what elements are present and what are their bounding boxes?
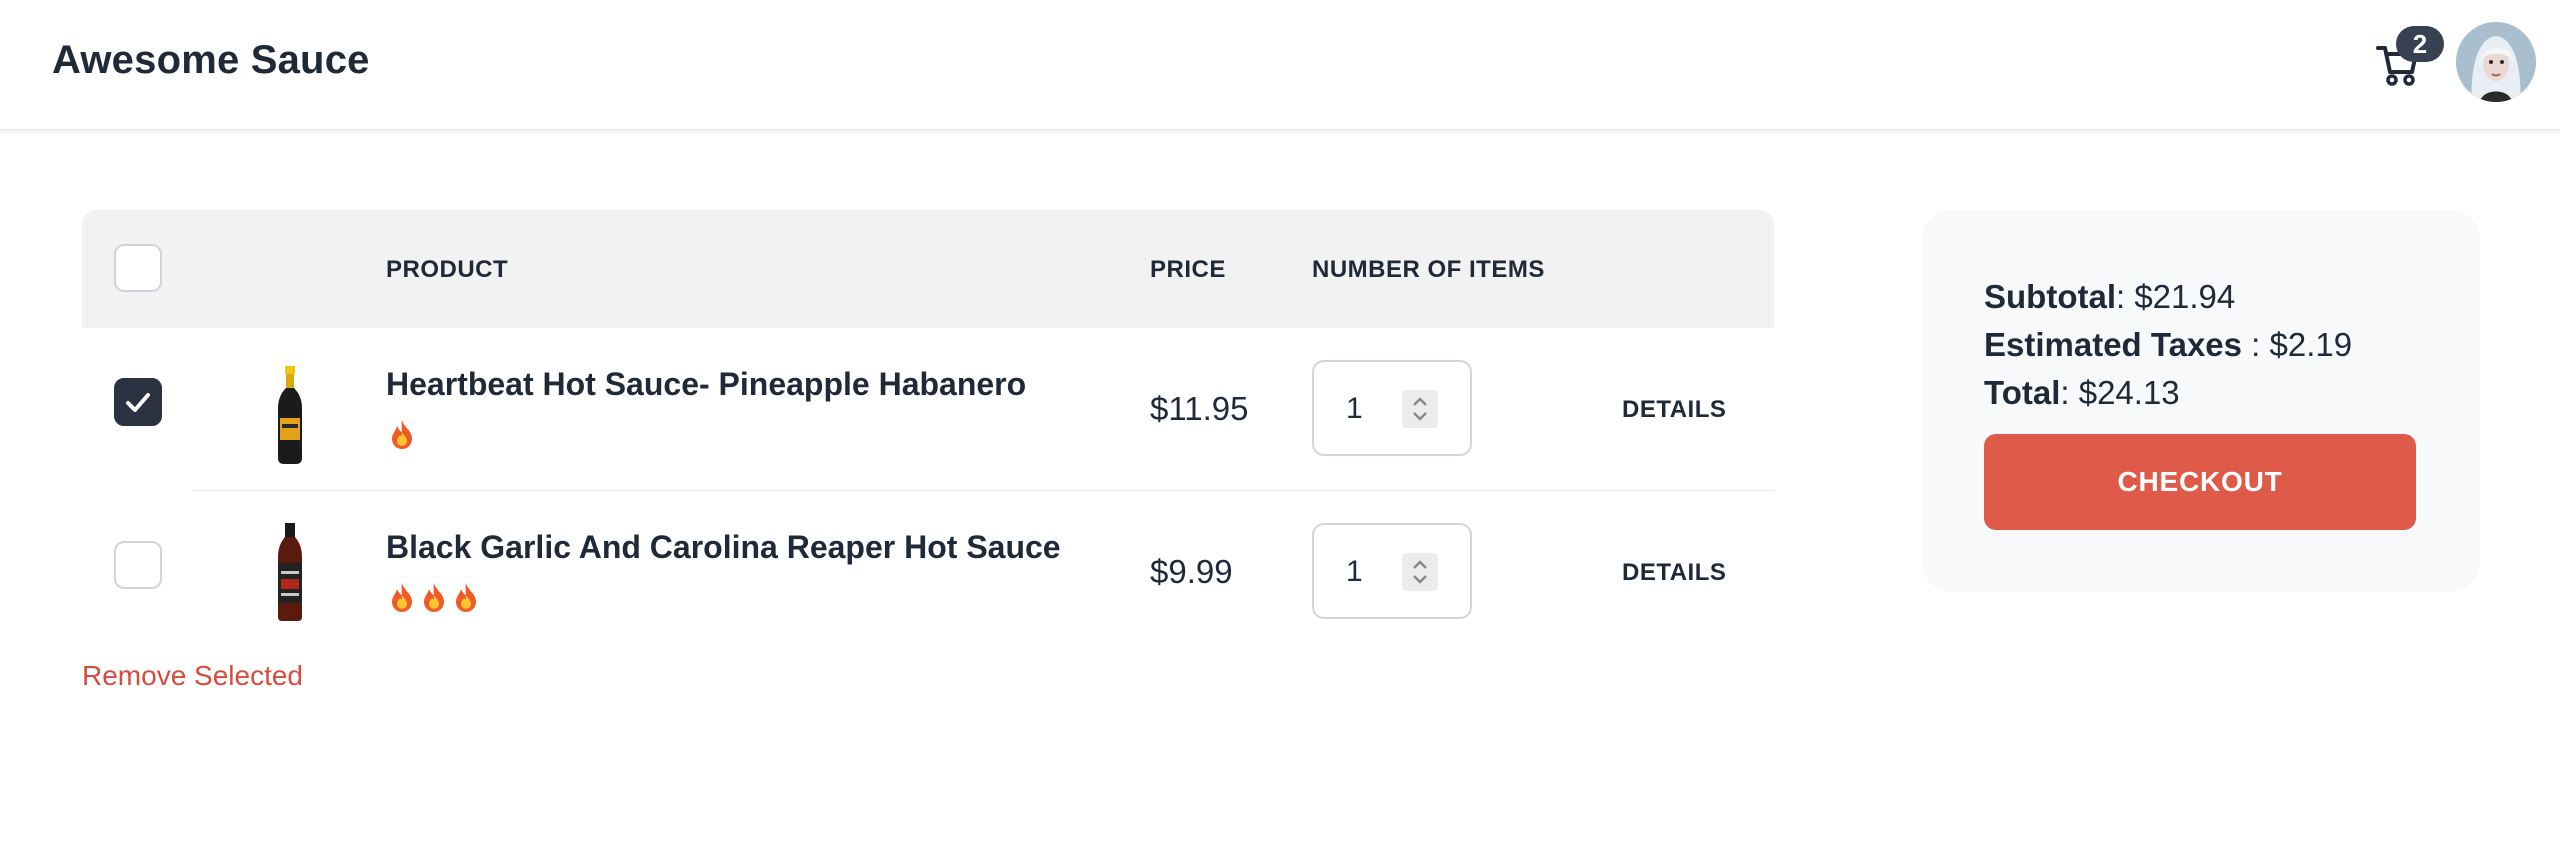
table-row: Black Garlic And Carolina Reaper Hot Sau…: [114, 490, 1774, 652]
product-image[interactable]: [260, 366, 320, 466]
column-price: PRICE: [1150, 256, 1226, 283]
total-label: Total: [1984, 374, 2061, 411]
details-link[interactable]: DETAILS: [1622, 396, 1726, 424]
product-price: $9.99: [1150, 553, 1233, 590]
quantity-value: 1: [1346, 555, 1363, 588]
flame-icon: [418, 581, 450, 613]
top-bar: Awesome Sauce 2: [0, 0, 2560, 130]
taxes-label: Estimated Taxes: [1984, 326, 2243, 363]
product-name[interactable]: Black Garlic And Carolina Reaper Hot Sau…: [386, 529, 1061, 566]
taxes-line: Estimated Taxes : $2.19: [1984, 326, 2352, 364]
quantity-stepper[interactable]: [1402, 553, 1438, 591]
details-link[interactable]: DETAILS: [1622, 559, 1726, 587]
subtotal-value: : $21.94: [2115, 278, 2236, 315]
order-summary-card: Subtotal: $21.94 Estimated Taxes : $2.19…: [1922, 210, 2480, 592]
checkmark-icon: [126, 393, 150, 412]
user-avatar[interactable]: [2456, 22, 2536, 102]
cart-count-badge: 2: [2396, 26, 2444, 62]
total-line: Total: $24.13: [1984, 374, 2180, 412]
cart-table: PRODUCT PRICE NUMBER OF ITEMS Heartbeat …: [82, 210, 1774, 652]
product-name[interactable]: Heartbeat Hot Sauce- Pineapple Habanero: [386, 366, 1026, 403]
row-checkbox[interactable]: [114, 378, 162, 426]
quantity-stepper[interactable]: [1402, 390, 1438, 428]
flame-icon: [386, 418, 418, 450]
taxes-value: : $2.19: [2242, 326, 2353, 363]
column-number-of-items: NUMBER OF ITEMS: [1312, 256, 1545, 283]
checkout-button[interactable]: CHECKOUT: [1984, 434, 2416, 530]
table-row: Heartbeat Hot Sauce- Pineapple Habanero …: [82, 328, 1774, 490]
flame-icon: [386, 581, 418, 613]
brand-title[interactable]: Awesome Sauce: [52, 38, 370, 83]
select-all-checkbox[interactable]: [114, 244, 162, 292]
product-image[interactable]: [260, 523, 320, 623]
column-product: PRODUCT: [386, 256, 509, 283]
heat-rating: [386, 416, 418, 450]
quantity-input[interactable]: 1: [1312, 360, 1472, 456]
quantity-input[interactable]: 1: [1312, 523, 1472, 619]
row-checkbox[interactable]: [114, 541, 162, 589]
product-price: $11.95: [1150, 390, 1249, 427]
subtotal-label: Subtotal: [1984, 278, 2116, 315]
total-value: : $24.13: [2060, 374, 2180, 411]
remove-selected-link[interactable]: Remove Selected: [82, 660, 303, 692]
subtotal-line: Subtotal: $21.94: [1984, 278, 2235, 316]
heat-rating: [386, 579, 482, 613]
table-header: PRODUCT PRICE NUMBER OF ITEMS: [82, 210, 1774, 328]
quantity-value: 1: [1346, 392, 1363, 425]
flame-icon: [450, 581, 482, 613]
